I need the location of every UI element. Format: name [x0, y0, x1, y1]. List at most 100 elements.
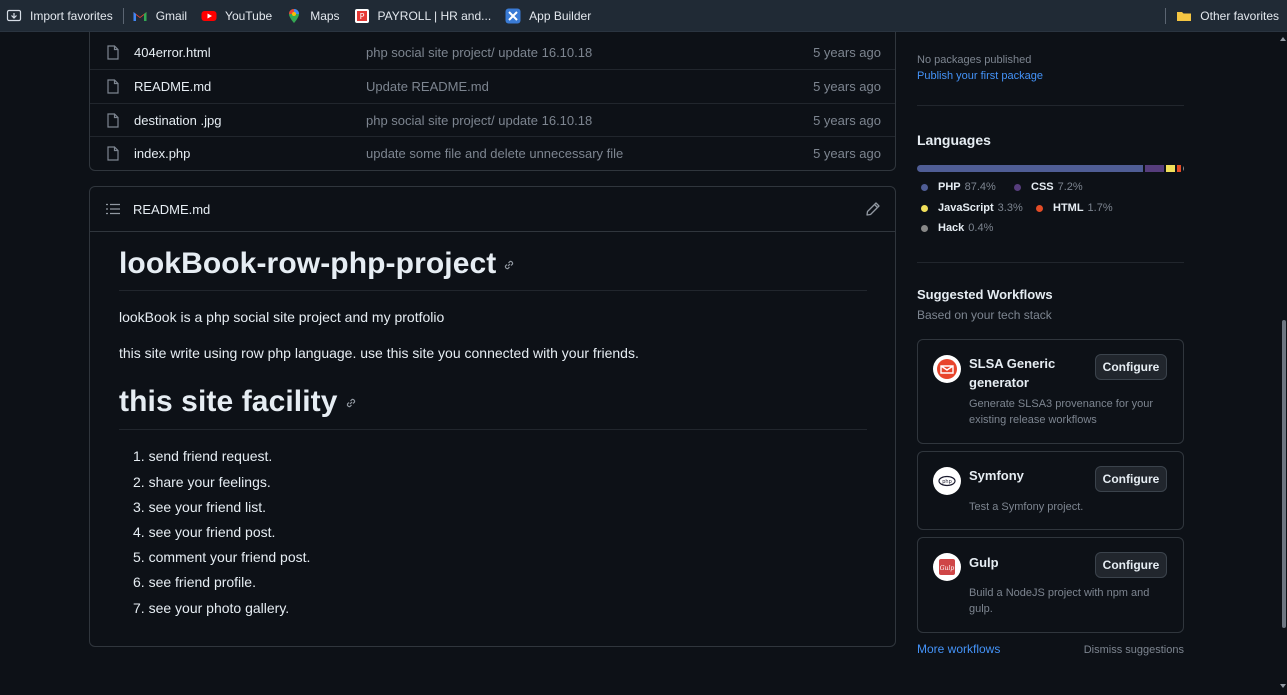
gmail-icon [132, 8, 148, 24]
table-row[interactable]: README.md Update README.md 5 years ago [90, 69, 895, 102]
readme-box: README.md lookBook-row-php-project lookB… [89, 186, 896, 647]
bookmark-youtube[interactable]: YouTube [195, 0, 280, 32]
workflow-desc-line: existing release workflows [969, 414, 1097, 426]
bookmark-label: PAYROLL | HR and... [377, 8, 492, 23]
bookmark-app-builder[interactable]: App Builder [499, 0, 599, 32]
heading-divider [119, 290, 867, 291]
workflow-name-line: Symfony [969, 468, 1024, 483]
publish-package-link[interactable]: Publish your first package [917, 70, 1043, 82]
commit-age: 5 years ago [813, 112, 881, 128]
scrollbar-thumb[interactable] [1282, 320, 1286, 628]
anchor-link-icon[interactable] [344, 396, 358, 410]
configure-button[interactable]: Configure [1095, 354, 1167, 380]
file-name[interactable]: destination .jpg [134, 113, 221, 128]
workflow-name: Gulp [969, 553, 999, 572]
language-percent: 0.4% [968, 222, 994, 234]
language-hack[interactable]: Hack 0.4% [921, 222, 993, 234]
workflow-desc-line: Build a NodeJS project with npm and [969, 587, 1150, 599]
file-icon [107, 79, 119, 94]
language-percent: 87.4% [964, 181, 996, 193]
commit-age: 5 years ago [813, 45, 881, 60]
svg-text:php: php [942, 479, 952, 485]
workflow-card-slsa: SLSA Generic generator Generate SLSA3 pr… [917, 339, 1184, 444]
readme-title: lookBook-row-php-project [119, 247, 516, 281]
commit-message[interactable]: php social site project/ update 16.10.18 [366, 113, 592, 128]
readme-description: this site write using row php language. … [119, 345, 639, 361]
language-php[interactable]: PHP 87.4% [921, 181, 996, 193]
bookmark-label: App Builder [529, 8, 592, 23]
folder-icon [1176, 8, 1192, 24]
language-color-dot [921, 183, 928, 191]
commit-age: 5 years ago [813, 78, 881, 94]
commit-age: 5 years ago [813, 145, 881, 161]
table-row[interactable]: 404error.html php social site project/ u… [90, 36, 895, 69]
workflow-name: Symfony [969, 466, 1024, 485]
language-name: PHP [938, 181, 961, 193]
language-bar-segment [1145, 165, 1165, 172]
language-css[interactable]: CSS 7.2% [1014, 181, 1083, 193]
readme-filename[interactable]: README.md [133, 202, 210, 217]
bookmark-label: Maps [310, 8, 340, 23]
bookmark-gmail[interactable]: Gmail [126, 0, 195, 32]
table-row[interactable]: destination .jpg php social site project… [90, 103, 895, 136]
facility-heading-text: this site facility [119, 385, 338, 418]
configure-button[interactable]: Configure [1095, 466, 1167, 492]
heading-divider [119, 429, 867, 430]
scroll-up-icon[interactable] [1280, 36, 1286, 42]
workflow-description: Build a NodeJS project with npm and gulp… [969, 585, 1149, 617]
workflow-card-gulp: Gulp Gulp Build a NodeJS project with np… [917, 537, 1184, 633]
language-color-dot [921, 204, 928, 212]
languages-title: Languages [917, 132, 991, 148]
bookmark-payroll[interactable]: P PAYROLL | HR and... [348, 0, 500, 32]
pencil-icon[interactable] [865, 201, 881, 217]
workflow-desc-line: Test a Symfony project. [969, 501, 1084, 513]
language-percent: 7.2% [1057, 181, 1083, 193]
file-name[interactable]: 404error.html [134, 45, 211, 60]
gulp-icon: Gulp [933, 553, 961, 581]
configure-button[interactable]: Configure [1095, 552, 1167, 578]
readme-intro: lookBook is a php social site project an… [119, 309, 445, 325]
language-bar-segment [1166, 165, 1175, 172]
slsa-icon [933, 355, 961, 383]
bookmark-maps[interactable]: Maps [280, 0, 347, 32]
more-workflows-link[interactable]: More workflows [917, 642, 1000, 656]
list-item: 6. see friend profile. [133, 574, 256, 590]
language-percent: 1.7% [1087, 202, 1113, 214]
language-color-dot [921, 224, 928, 232]
commit-message[interactable]: Update README.md [366, 79, 489, 94]
language-name: HTML [1053, 202, 1084, 214]
file-name[interactable]: index.php [134, 146, 190, 161]
language-bar-segment [917, 165, 1144, 172]
no-packages-text: No packages published [917, 54, 1032, 66]
scroll-down-icon[interactable] [1280, 683, 1286, 689]
workflow-name-line: SLSA Generic [969, 356, 1056, 371]
workflow-description: Test a Symfony project. [969, 499, 1083, 515]
file-name[interactable]: README.md [134, 79, 211, 94]
language-html[interactable]: HTML 1.7% [1036, 202, 1113, 214]
other-favorites-label: Other favorites [1200, 9, 1279, 23]
youtube-icon [201, 8, 217, 24]
symfony-icon: php [933, 467, 961, 495]
language-javascript[interactable]: JavaScript 3.3% [921, 202, 1023, 214]
list-item: 3. see your friend list. [133, 499, 267, 515]
bookmark-import-favorites[interactable]: Import favorites [0, 0, 121, 32]
file-icon [107, 45, 119, 60]
bookmark-label: YouTube [225, 8, 273, 23]
language-color-dot [1036, 204, 1043, 212]
commit-message[interactable]: php social site project/ update 16.10.18 [366, 45, 592, 60]
section-divider [917, 262, 1184, 263]
import-favorites-icon [6, 8, 22, 24]
language-name: CSS [1031, 181, 1054, 193]
anchor-link-icon[interactable] [502, 258, 516, 272]
other-favorites[interactable]: Other favorites [1165, 0, 1279, 32]
commit-message[interactable]: update some file and delete unnecessary … [366, 146, 623, 161]
maps-icon [286, 8, 302, 24]
bookmark-label: Import favorites [30, 8, 113, 23]
dismiss-suggestions-button[interactable]: Dismiss suggestions [1084, 644, 1184, 656]
workflow-desc-line: gulp. [969, 603, 993, 615]
workflows-title: Suggested Workflows [917, 287, 1053, 302]
section-divider [917, 105, 1184, 106]
workflow-name: SLSA Generic generator [969, 354, 1055, 392]
table-row[interactable]: index.php update some file and delete un… [90, 136, 895, 169]
list-icon[interactable] [106, 203, 120, 215]
